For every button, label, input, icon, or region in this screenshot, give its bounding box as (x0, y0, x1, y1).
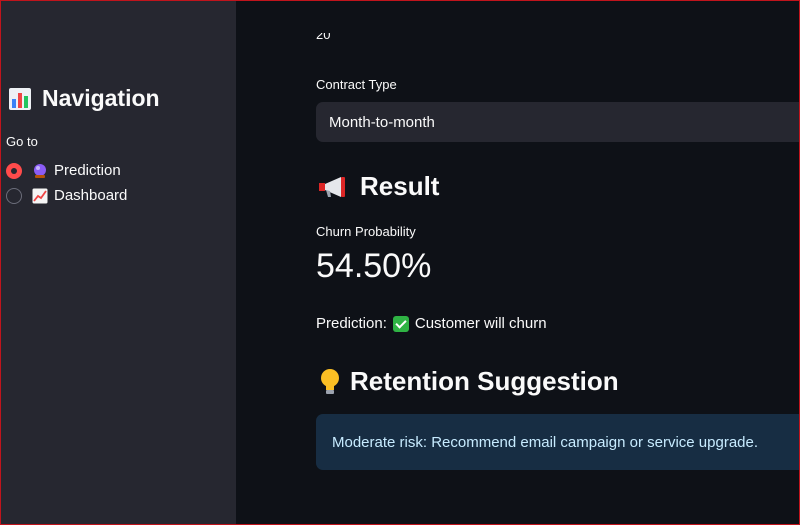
metric-value: 54.50% (316, 247, 432, 285)
cutoff-value: 20 (316, 33, 330, 45)
info-alert: Moderate risk: Recommend email campaign … (316, 414, 799, 470)
contract-type-select[interactable]: Month-to-month (316, 102, 799, 142)
check-mark-icon (392, 315, 409, 332)
radio-unselected[interactable] (6, 187, 22, 204)
chart-increasing-icon (32, 188, 48, 203)
prediction-text: Customer will churn (414, 315, 547, 332)
cutoff-text: 20 (316, 33, 330, 42)
result-heading-text: Result (360, 171, 440, 201)
prediction-line: Prediction: Customer will churn (316, 315, 547, 332)
light-bulb-icon (321, 368, 339, 394)
megaphone-icon (319, 176, 345, 197)
nav-option-label: Dashboard (54, 187, 128, 204)
nav-option-prediction[interactable]: Prediction (6, 162, 121, 179)
info-alert-text: Moderate risk: Recommend email campaign … (332, 433, 759, 451)
main-content: 20 Contract Type Month-to-month Result C… (236, 1, 799, 524)
sidebar-title: Navigation (8, 85, 160, 112)
radio-group-label: Go to (6, 134, 38, 149)
sidebar-title-text: Navigation (42, 85, 160, 111)
sidebar: Navigation Go to Prediction Dashboard (1, 1, 236, 524)
metric-label: Churn Probability (316, 224, 416, 239)
nav-option-dashboard[interactable]: Dashboard (6, 187, 127, 204)
bar-chart-icon (9, 87, 31, 110)
retention-heading-text: Retention Suggestion (350, 366, 619, 396)
crystal-ball-icon (34, 163, 46, 178)
contract-type-label: Contract Type (316, 77, 397, 92)
app-window: Navigation Go to Prediction Dashboard 20 (0, 0, 800, 525)
result-heading: Result (318, 171, 439, 202)
prediction-prefix: Prediction: (316, 315, 387, 332)
retention-heading: Retention Suggestion (318, 366, 619, 397)
contract-type-value: Month-to-month (329, 113, 435, 131)
radio-selected[interactable] (6, 162, 22, 179)
nav-option-label: Prediction (54, 162, 121, 179)
